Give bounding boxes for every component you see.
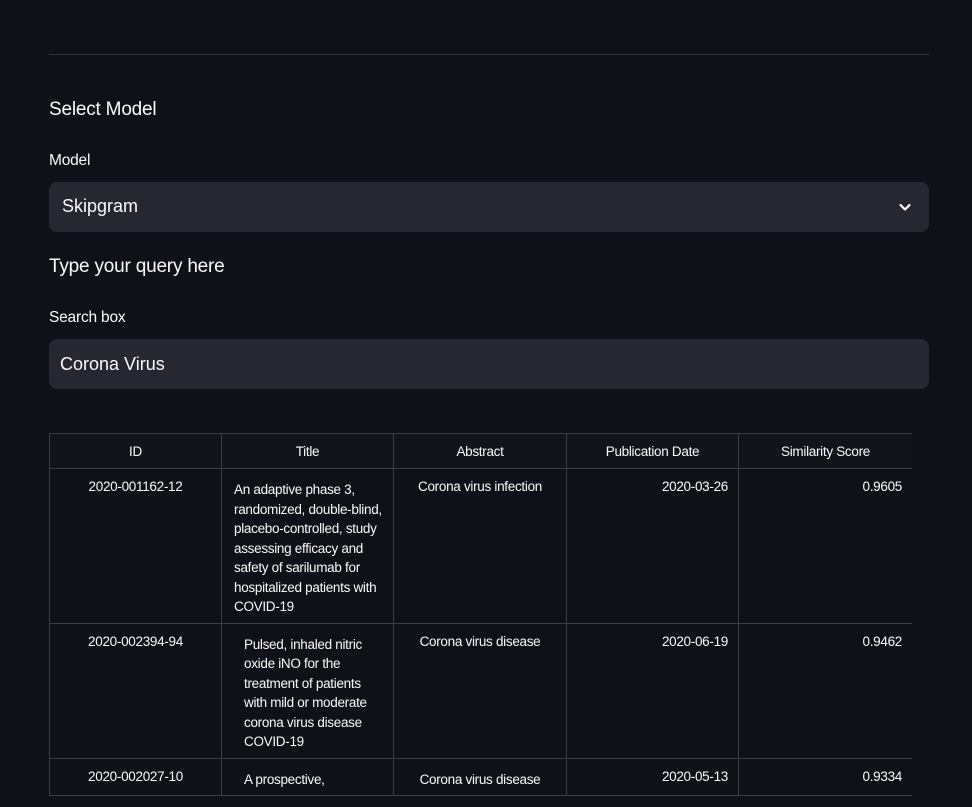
cell-abstract: Corona virus disease bbox=[393, 622, 567, 759]
results-table-container: ID Title Abstract Publication Date Simil… bbox=[49, 433, 912, 807]
cell-title: A prospective, bbox=[221, 757, 394, 796]
model-select-value: Skipgram bbox=[62, 196, 139, 216]
cell-id: 2020-002394-94 bbox=[49, 622, 222, 759]
cell-title-text: A prospective, bbox=[244, 771, 325, 787]
search-input[interactable] bbox=[49, 339, 929, 389]
table-row: 2020-001162-12 An adaptive phase 3, rand… bbox=[49, 468, 912, 624]
model-label: Model bbox=[49, 152, 91, 169]
column-header-title[interactable]: Title bbox=[221, 433, 394, 469]
select-model-heading: Select Model bbox=[49, 99, 157, 120]
table-row: 2020-002394-94 Pulsed, inhaled nitric ox… bbox=[49, 622, 912, 759]
model-select[interactable]: Skipgram bbox=[49, 182, 929, 232]
cell-abstract: Corona virus disease bbox=[393, 757, 567, 796]
table-row: 2020-002027-10 A prospective, Corona vir… bbox=[49, 757, 912, 796]
column-header-abstract[interactable]: Abstract bbox=[393, 433, 567, 469]
cell-similarity-score: 0.9462 bbox=[738, 622, 912, 759]
chevron-down-icon bbox=[899, 203, 911, 211]
results-table: ID Title Abstract Publication Date Simil… bbox=[49, 433, 912, 796]
cell-publication-date: 2020-03-26 bbox=[566, 468, 739, 624]
column-header-id[interactable]: ID bbox=[49, 433, 222, 469]
cell-publication-date: 2020-05-13 bbox=[566, 757, 739, 796]
table-header-row: ID Title Abstract Publication Date Simil… bbox=[49, 433, 912, 469]
cell-title: Pulsed, inhaled nitric oxide iNO for the… bbox=[221, 622, 394, 759]
cell-abstract: Corona virus infection bbox=[393, 468, 567, 624]
cell-title-text: Pulsed, inhaled nitric oxide iNO for the… bbox=[244, 636, 367, 750]
cell-title-text: An adaptive phase 3, randomized, double-… bbox=[234, 482, 382, 614]
cell-similarity-score: 0.9605 bbox=[738, 468, 912, 624]
column-header-similarity-score[interactable]: Similarity Score bbox=[738, 433, 912, 469]
column-header-publication-date[interactable]: Publication Date bbox=[566, 433, 739, 469]
query-heading: Type your query here bbox=[49, 256, 225, 277]
app-page: Select Model Model Skipgram Type your qu… bbox=[0, 0, 972, 807]
cell-publication-date: 2020-06-19 bbox=[566, 622, 739, 759]
search-box-label: Search box bbox=[49, 309, 126, 326]
cell-id: 2020-001162-12 bbox=[49, 468, 222, 624]
cell-similarity-score: 0.9334 bbox=[738, 757, 912, 796]
cell-title: An adaptive phase 3, randomized, double-… bbox=[221, 468, 394, 624]
cell-id: 2020-002027-10 bbox=[49, 757, 222, 796]
top-divider bbox=[49, 54, 929, 55]
